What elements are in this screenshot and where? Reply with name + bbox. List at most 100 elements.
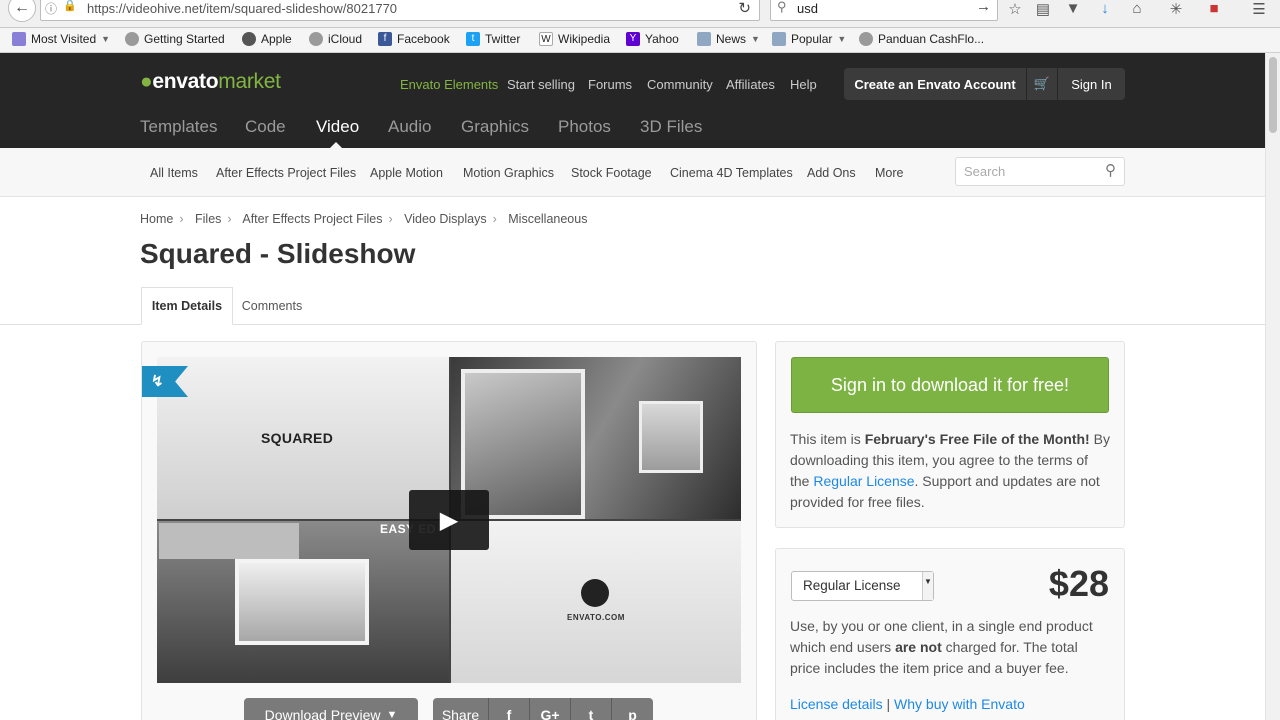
- subnav-stock-footage[interactable]: Stock Footage: [571, 166, 652, 180]
- logo-suffix: market: [218, 70, 281, 93]
- bookmark-twitter[interactable]: t Twitter: [466, 32, 520, 46]
- breadcrumb-home[interactable]: Home: [140, 212, 173, 226]
- subnav-apple-motion[interactable]: Apple Motion: [370, 166, 443, 180]
- url-text: https://videohive.net/item/squared-slide…: [87, 1, 398, 16]
- preview-panel-envato: ENVATO.COM: [451, 521, 741, 683]
- bookmarks-bar: Most Visited ▼ Getting Started Apple iClo…: [0, 28, 1280, 53]
- globe-icon: [309, 32, 323, 46]
- pinterest-share-icon[interactable]: p: [612, 698, 653, 720]
- search-icon[interactable]: ⚲: [1105, 161, 1116, 179]
- subnav-after-effects[interactable]: After Effects Project Files: [216, 166, 356, 180]
- bookmark-news[interactable]: News ▼: [697, 32, 760, 46]
- info-icon: ⓘ: [45, 2, 58, 16]
- regular-license-link[interactable]: Regular License: [813, 473, 914, 489]
- chevron-down-icon: ▼: [386, 709, 398, 720]
- download-preview-button[interactable]: Download Preview ▼: [244, 698, 418, 720]
- page-scrollbar[interactable]: [1265, 53, 1280, 720]
- bookmark-star-icon[interactable]: ☆: [1005, 0, 1025, 18]
- license-bold: are not: [895, 639, 942, 655]
- category-photos[interactable]: Photos: [558, 117, 611, 137]
- browser-search-field[interactable]: ⚲ usd →: [770, 0, 998, 21]
- subnav-add-ons[interactable]: Add Ons: [807, 166, 856, 180]
- notice-highlight: February's Free File of the Month!: [864, 431, 1090, 447]
- breadcrumb-files[interactable]: Files: [195, 212, 221, 226]
- home-icon[interactable]: ⌂: [1127, 0, 1147, 17]
- addon-icon[interactable]: ■: [1204, 0, 1224, 17]
- menu-icon[interactable]: ☰: [1249, 0, 1269, 18]
- site-header: ●envatomarket Envato Elements Start sell…: [0, 53, 1265, 148]
- share-label: Share: [433, 698, 489, 720]
- scrollbar-thumb[interactable]: [1269, 57, 1277, 133]
- link-help[interactable]: Help: [790, 77, 817, 92]
- facebook-share-icon[interactable]: f: [489, 698, 530, 720]
- link-affiliates[interactable]: Affiliates: [726, 77, 775, 92]
- go-arrow-icon[interactable]: →: [976, 0, 991, 15]
- folder-icon: [772, 32, 786, 46]
- browser-search-value: usd: [797, 1, 818, 16]
- category-templates[interactable]: Templates: [140, 117, 217, 137]
- back-arrow-icon: ←: [14, 0, 30, 16]
- bookmark-most-visited[interactable]: Most Visited ▼: [12, 32, 110, 46]
- sub-navigation: All Items After Effects Project Files Ap…: [0, 148, 1265, 197]
- chevron-right-icon: ›: [492, 212, 497, 226]
- category-video[interactable]: Video: [316, 117, 359, 137]
- category-3d-files[interactable]: 3D Files: [640, 117, 702, 137]
- reload-icon[interactable]: ↻: [738, 0, 751, 17]
- bookmark-wikipedia[interactable]: W Wikipedia: [539, 32, 610, 46]
- lightning-icon: ↯: [151, 373, 164, 390]
- category-audio[interactable]: Audio: [388, 117, 431, 137]
- download-icon[interactable]: ↓: [1095, 0, 1115, 17]
- bookmark-label: Getting Started: [144, 32, 225, 46]
- bookmark-yahoo[interactable]: Y Yahoo: [626, 32, 679, 46]
- url-bar[interactable]: ⓘ 🔒 https://videohive.net/item/squared-s…: [40, 0, 760, 21]
- google-plus-share-icon[interactable]: G+: [530, 698, 571, 720]
- subnav-motion-graphics[interactable]: Motion Graphics: [463, 166, 554, 180]
- category-graphics[interactable]: Graphics: [461, 117, 529, 137]
- search-icon: ⚲: [777, 0, 787, 14]
- subnav-all-items[interactable]: All Items: [150, 166, 198, 180]
- bookmark-facebook[interactable]: f Facebook: [378, 32, 450, 46]
- breadcrumb-video-displays[interactable]: Video Displays: [404, 212, 486, 226]
- bookmark-label: Popular: [791, 32, 833, 46]
- bookmark-apple[interactable]: Apple: [242, 32, 292, 46]
- bookmark-getting-started[interactable]: Getting Started: [125, 32, 225, 46]
- sign-in-button[interactable]: Sign In: [1058, 68, 1125, 100]
- site-search-input[interactable]: Search ⚲: [955, 157, 1125, 186]
- link-start-selling[interactable]: Start selling: [507, 77, 575, 92]
- bookmark-popular[interactable]: Popular ▼: [772, 32, 846, 46]
- envato-page: ●envatomarket Envato Elements Start sell…: [0, 53, 1265, 720]
- breadcrumb-after-effects[interactable]: After Effects Project Files: [242, 212, 382, 226]
- link-envato-elements[interactable]: Envato Elements: [400, 77, 498, 92]
- subnav-more[interactable]: More: [875, 166, 903, 180]
- chevron-down-icon: ▼: [837, 34, 847, 44]
- bookmark-label: News: [716, 32, 747, 46]
- license-details-link[interactable]: License details: [790, 696, 883, 712]
- leaf-icon: ●: [140, 70, 153, 93]
- bookmark-icloud[interactable]: iCloud: [309, 32, 362, 46]
- link-forums[interactable]: Forums: [588, 77, 632, 92]
- item-preview-image[interactable]: SQUARED ENVATO.COM EASY ED ▶: [157, 357, 741, 683]
- extension-icon[interactable]: ✳: [1166, 0, 1186, 18]
- subnav-cinema-4d[interactable]: Cinema 4D Templates: [670, 166, 793, 180]
- back-button[interactable]: ←: [8, 0, 36, 22]
- bookmark-panduan[interactable]: Panduan CashFlo...: [859, 32, 984, 46]
- link-community[interactable]: Community: [647, 77, 713, 92]
- twitter-share-icon[interactable]: t: [571, 698, 612, 720]
- breadcrumb-miscellaneous[interactable]: Miscellaneous: [508, 212, 587, 226]
- reading-list-icon[interactable]: ▤: [1033, 0, 1053, 18]
- envato-logo[interactable]: ●envatomarket: [140, 70, 281, 94]
- sign-in-download-button[interactable]: Sign in to download it for free!: [791, 357, 1109, 413]
- preview-panel-portraits: [157, 521, 449, 683]
- preview-title-text: SQUARED: [261, 430, 334, 446]
- play-button[interactable]: ▶: [409, 490, 489, 550]
- tab-item-details[interactable]: Item Details: [141, 287, 233, 325]
- why-buy-link[interactable]: Why buy with Envato: [894, 696, 1025, 712]
- tab-comments[interactable]: Comments: [234, 287, 310, 324]
- cart-icon: 🛒: [1033, 76, 1051, 91]
- category-code[interactable]: Code: [245, 117, 286, 137]
- cart-button[interactable]: 🛒: [1027, 68, 1057, 100]
- pocket-icon[interactable]: ▼: [1063, 0, 1083, 17]
- license-select[interactable]: Regular License ▼: [791, 571, 934, 601]
- create-account-button[interactable]: Create an Envato Account: [844, 68, 1026, 100]
- item-price: $28: [1048, 563, 1109, 604]
